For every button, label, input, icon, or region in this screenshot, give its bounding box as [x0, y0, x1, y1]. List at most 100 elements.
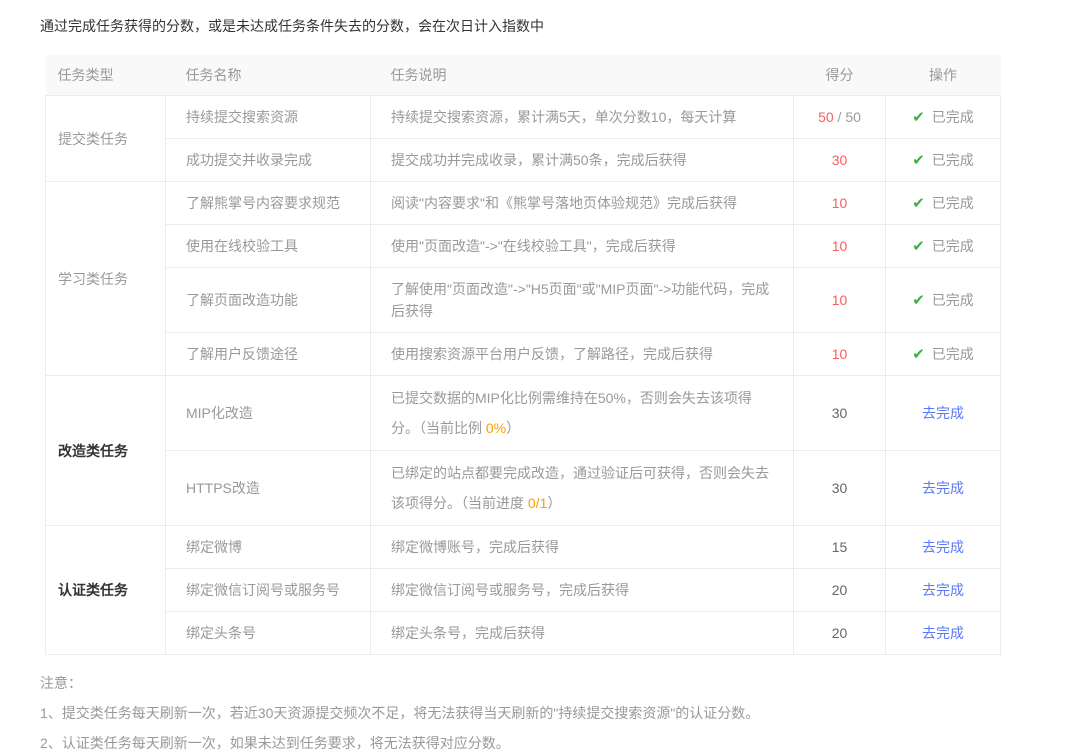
task-name: 成功提交并收录完成 [166, 139, 371, 182]
done-label: 已完成 [932, 346, 974, 362]
task-name: 绑定微信订阅号或服务号 [166, 569, 371, 612]
task-desc-text: 已提交数据的MIP化比例需维持在50%，否则会失去该项得分。（当前比例 [391, 390, 752, 436]
task-group-label: 认证类任务 [46, 526, 166, 655]
task-score: 10 [794, 268, 886, 333]
intro-text: 通过完成任务获得的分数，或是未达成任务条件失去的分数，会在次日计入指数中 [40, 16, 1043, 36]
score-earned: 10 [832, 292, 848, 308]
done-label: 已完成 [932, 195, 974, 211]
table-row: 了解用户反馈途径 使用搜索资源平台用户反馈，了解路径，完成后获得 10 ✔ 已完成 [46, 333, 1001, 376]
task-desc-text: 已绑定的站点都要完成改造，通过验证后可获得，否则会失去该项得分。（当前进度 [391, 465, 769, 511]
go-complete-link[interactable]: 去完成 [922, 539, 964, 555]
table-row: 认证类任务 绑定微博 绑定微博账号，完成后获得 15 去完成 [46, 526, 1001, 569]
task-name: 绑定微博 [166, 526, 371, 569]
table-row: 成功提交并收录完成 提交成功并完成收录，累计满50条，完成后获得 30 ✔已完成 [46, 139, 1001, 182]
task-score: 10 [794, 225, 886, 268]
task-action: 去完成 [886, 376, 1001, 451]
task-name: 了解页面改造功能 [166, 268, 371, 333]
task-desc: 绑定微博账号，完成后获得 [371, 526, 794, 569]
done-label: 已完成 [932, 238, 974, 254]
task-score: 20 [794, 569, 886, 612]
table-row: 使用在线校验工具 使用"页面改造"->"在线校验工具"，完成后获得 10 ✔ 已完… [46, 225, 1001, 268]
header-score: 得分 [794, 55, 886, 96]
done-label: 已完成 [932, 109, 974, 125]
task-desc: 已提交数据的MIP化比例需维持在50%，否则会失去该项得分。（当前比例 0%） [371, 376, 794, 451]
task-group-label: 提交类任务 [46, 96, 166, 182]
done-label: 已完成 [932, 152, 974, 168]
task-status: ✔ 已完成 [886, 139, 1001, 182]
task-score: 30 [794, 376, 886, 451]
task-name: 绑定头条号 [166, 612, 371, 655]
note-item-1: 1、提交类任务每天刷新一次，若近30天资源提交频次不足，将无法获得当天刷新的"持… [40, 705, 1043, 722]
notes-section: 注意： 1、提交类任务每天刷新一次，若近30天资源提交频次不足，将无法获得当天刷… [40, 675, 1043, 752]
task-name: 了解熊掌号内容要求规范 [166, 182, 371, 225]
task-name: 持续提交搜索资源 [166, 96, 371, 139]
task-action: 去完成 [886, 612, 1001, 655]
task-status: ✔ 已完成 [886, 333, 1001, 376]
task-action: 去完成 [886, 451, 1001, 526]
task-desc: 使用"页面改造"->"在线校验工具"，完成后获得 [371, 225, 794, 268]
go-complete-link[interactable]: 去完成 [922, 625, 964, 641]
notes-title: 注意： [40, 675, 1043, 692]
progress-value: 0/1 [528, 495, 547, 511]
check-icon: ✔ [912, 195, 925, 212]
check-icon: ✔ [912, 109, 925, 126]
task-desc: 阅读"内容要求"和《熊掌号落地页体验规范》完成后获得 [371, 182, 794, 225]
score-earned: 10 [832, 195, 848, 211]
header-task-type: 任务类型 [46, 55, 166, 96]
header-task-name: 任务名称 [166, 55, 371, 96]
score-total: / 50 [834, 109, 861, 125]
task-group-label: 改造类任务 [46, 376, 166, 526]
task-desc: 已绑定的站点都要完成改造，通过验证后可获得，否则会失去该项得分。（当前进度 0/… [371, 451, 794, 526]
score-earned: 30 [832, 152, 848, 168]
task-score: 30 [794, 451, 886, 526]
done-label: 已完成 [932, 292, 974, 308]
task-name: 了解用户反馈途径 [166, 333, 371, 376]
header-task-desc: 任务说明 [371, 55, 794, 96]
go-complete-link[interactable]: 去完成 [922, 582, 964, 598]
progress-value: 0% [486, 420, 506, 436]
task-score: 30 [794, 139, 886, 182]
task-desc: 了解使用"页面改造"->"H5页面"或"MIP页面"->功能代码，完成后获得 [371, 268, 794, 333]
table-row: 了解页面改造功能 了解使用"页面改造"->"H5页面"或"MIP页面"->功能代… [46, 268, 1001, 333]
task-name: MIP化改造 [166, 376, 371, 451]
table-row: 提交类任务 持续提交搜索资源 持续提交搜索资源，累计满5天，单次分数10，每天计… [46, 96, 1001, 139]
task-score: 15 [794, 526, 886, 569]
task-action: 去完成 [886, 569, 1001, 612]
task-status: ✔ 已完成 [886, 225, 1001, 268]
go-complete-link[interactable]: 去完成 [922, 405, 964, 421]
task-score: 20 [794, 612, 886, 655]
note-item-2: 2、认证类任务每天刷新一次，如果未达到任务要求，将无法获得对应分数。 [40, 735, 1043, 752]
task-desc: 使用搜索资源平台用户反馈，了解路径，完成后获得 [371, 333, 794, 376]
header-action: 操作 [886, 55, 1001, 96]
task-status: ✔ 已完成 [886, 96, 1001, 139]
task-desc-text: ） [547, 495, 561, 511]
table-header-row: 任务类型 任务名称 任务说明 得分 操作 [46, 55, 1001, 96]
check-icon: ✔ [912, 152, 925, 169]
task-score: 50 / 50 [794, 96, 886, 139]
table-row: HTTPS改造 已绑定的站点都要完成改造，通过验证后可获得，否则会失去该项得分。… [46, 451, 1001, 526]
table-row: 绑定微信订阅号或服务号 绑定微信订阅号或服务号，完成后获得 20 去完成 [46, 569, 1001, 612]
task-desc-text: ） [506, 420, 520, 436]
task-desc: 持续提交搜索资源，累计满5天，单次分数10，每天计算 [371, 96, 794, 139]
table-row: 改造类任务 MIP化改造 已提交数据的MIP化比例需维持在50%，否则会失去该项… [46, 376, 1001, 451]
score-earned: 10 [832, 238, 848, 254]
task-score: 10 [794, 182, 886, 225]
table-row: 学习类任务 了解熊掌号内容要求规范 阅读"内容要求"和《熊掌号落地页体验规范》完… [46, 182, 1001, 225]
task-table: 任务类型 任务名称 任务说明 得分 操作 提交类任务 持续提交搜索资源 持续提交… [45, 55, 1001, 655]
task-group-label: 学习类任务 [46, 182, 166, 376]
task-action: 去完成 [886, 526, 1001, 569]
check-icon: ✔ [912, 346, 925, 363]
task-status: ✔ 已完成 [886, 182, 1001, 225]
go-complete-link[interactable]: 去完成 [922, 480, 964, 496]
task-name: 使用在线校验工具 [166, 225, 371, 268]
task-desc: 绑定微信订阅号或服务号，完成后获得 [371, 569, 794, 612]
score-earned: 10 [832, 346, 848, 362]
task-status: ✔ 已完成 [886, 268, 1001, 333]
task-score: 10 [794, 333, 886, 376]
check-icon: ✔ [912, 238, 925, 255]
task-score-page: 通过完成任务获得的分数，或是未达成任务条件失去的分数，会在次日计入指数中 任务类… [0, 0, 1083, 752]
table-row: 绑定头条号 绑定头条号，完成后获得 20 去完成 [46, 612, 1001, 655]
score-earned: 50 [818, 109, 834, 125]
check-icon: ✔ [912, 292, 925, 309]
task-name: HTTPS改造 [166, 451, 371, 526]
